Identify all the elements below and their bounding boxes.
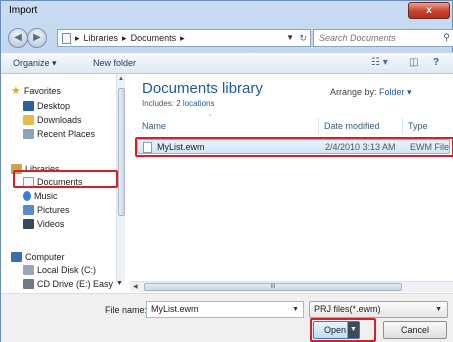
highlight-file-row xyxy=(135,137,453,157)
highlight-open-button xyxy=(310,318,376,342)
nav-label: Desktop xyxy=(37,100,71,111)
library-icon xyxy=(62,32,71,44)
column-header-name[interactable]: Name xyxy=(142,121,166,131)
nav-item-cd-drive[interactable]: CD Drive (E:) Easy ▼ xyxy=(23,277,123,290)
column-divider xyxy=(402,118,403,134)
back-arrow-icon[interactable]: ◀ xyxy=(8,28,28,48)
refresh-icon[interactable]: ↻ xyxy=(299,33,307,44)
address-box[interactable]: ▸ Libraries ▸ Documents ▸ ▼ ↻ xyxy=(57,29,311,47)
search-icon[interactable]: ⚲ xyxy=(443,32,450,43)
view-options-icon[interactable]: ☷ ▾ xyxy=(371,57,388,68)
horizontal-scrollbar[interactable]: ◀ III xyxy=(130,281,453,292)
nav-item-desktop[interactable]: Desktop xyxy=(23,99,70,112)
nav-label: Recent Places xyxy=(37,128,96,139)
scroll-up-icon[interactable]: ▲ xyxy=(118,76,124,82)
nav-item-pictures[interactable]: Pictures xyxy=(23,203,70,216)
command-bar: Organize ▾ New folder ☷ ▾ ◫ ? xyxy=(1,52,453,74)
organize-menu[interactable]: Organize ▾ xyxy=(13,58,57,69)
title-bar: Import x xyxy=(1,1,453,23)
search-input[interactable] xyxy=(314,30,429,46)
file-type-value: PRJ files(*.ewm) xyxy=(314,304,381,314)
arrange-by-dropdown[interactable]: Folder ▾ xyxy=(379,87,412,97)
file-list-pane: Documents library Includes: 2 locations … xyxy=(130,74,453,293)
nav-label: Music xyxy=(34,190,58,201)
nav-label: Videos xyxy=(37,218,65,229)
nav-item-favorites[interactable]: ★ Favorites xyxy=(11,84,61,97)
pictures-icon xyxy=(23,204,34,215)
scroll-left-icon[interactable]: ◀ xyxy=(133,283,138,290)
nav-item-music[interactable]: Music xyxy=(23,189,58,202)
column-header-type[interactable]: Type xyxy=(408,121,428,131)
nav-label: CD Drive (E:) Easy xyxy=(37,278,114,289)
navigation-pane: ★ Favorites Desktop Downloads Recent Pla… xyxy=(1,74,125,293)
column-header-date[interactable]: Date modified xyxy=(324,121,380,131)
import-dialog: Import x ◀ ▶ ▸ Libraries ▸ Documents ▸ ▼… xyxy=(0,0,453,342)
crumb-separator-1: ▸ xyxy=(122,32,127,43)
nav-label: Favorites xyxy=(23,85,61,96)
chevron-down-icon[interactable]: ▼ xyxy=(292,302,299,317)
crumb-separator-2: ▸ xyxy=(180,32,185,43)
library-includes: Includes: 2 locations xyxy=(142,99,215,108)
nav-item-videos[interactable]: Videos xyxy=(23,217,64,230)
nav-label: Pictures xyxy=(37,204,70,215)
nav-item-computer[interactable]: Computer xyxy=(11,250,65,263)
close-button[interactable]: x xyxy=(408,2,450,19)
highlight-documents-nav xyxy=(13,170,118,188)
new-folder-button[interactable]: New folder xyxy=(93,58,136,68)
browser-body: ★ Favorites Desktop Downloads Recent Pla… xyxy=(1,74,453,293)
includes-prefix: Includes: xyxy=(142,99,177,108)
includes-locations-link[interactable]: 2 locations xyxy=(176,99,214,108)
nav-item-downloads[interactable]: Downloads xyxy=(23,113,82,126)
address-bar-row: ◀ ▶ ▸ Libraries ▸ Documents ▸ ▼ ↻ ⚲ xyxy=(1,23,453,51)
arrange-by: Arrange by: Folder ▾ xyxy=(330,87,412,98)
nav-item-recent-places[interactable]: Recent Places xyxy=(23,127,95,140)
nav-label: Local Disk (C:) xyxy=(37,264,97,275)
computer-icon xyxy=(11,251,22,262)
file-name-label: File name: xyxy=(105,305,148,315)
sort-arrow-icon: ˆ xyxy=(209,115,212,122)
nav-item-local-disk[interactable]: Local Disk (C:) xyxy=(23,263,96,276)
scrollbar-thumb[interactable]: III xyxy=(144,283,402,291)
nav-label: Downloads xyxy=(37,114,82,125)
search-box[interactable]: ⚲ xyxy=(313,29,453,47)
breadcrumb-documents[interactable]: Documents xyxy=(131,33,177,43)
dialog-footer: File name: MyList.ewm ▼ PRJ files(*.ewm)… xyxy=(1,293,453,342)
library-title: Documents library xyxy=(142,80,263,97)
videos-icon xyxy=(23,218,34,229)
crumb-separator-0: ▸ xyxy=(75,32,80,43)
scroll-grip: III xyxy=(270,284,276,290)
star-icon: ★ xyxy=(11,85,21,97)
window-title: Import xyxy=(9,5,38,16)
recent-places-icon xyxy=(23,128,34,139)
arrange-label: Arrange by: xyxy=(330,87,377,97)
preview-pane-icon[interactable]: ◫ xyxy=(409,57,418,68)
cd-drive-icon xyxy=(23,278,34,289)
column-divider xyxy=(318,118,319,134)
chevron-down-icon[interactable]: ▼ xyxy=(435,302,442,317)
disk-icon xyxy=(23,264,34,275)
desktop-icon xyxy=(23,100,34,111)
downloads-folder-icon xyxy=(23,114,34,125)
cancel-button[interactable]: Cancel xyxy=(383,321,447,339)
file-type-select[interactable]: PRJ files(*.ewm) ▼ xyxy=(309,301,448,318)
chevron-down-icon[interactable]: ▼ xyxy=(116,280,123,287)
forward-arrow-icon[interactable]: ▶ xyxy=(27,28,47,48)
file-name-value: MyList.ewm xyxy=(151,304,199,314)
file-name-input[interactable]: MyList.ewm ▼ xyxy=(146,301,304,318)
music-icon xyxy=(23,190,31,201)
breadcrumb-libraries[interactable]: Libraries xyxy=(84,33,119,43)
scrollbar-thumb[interactable] xyxy=(118,88,125,216)
help-icon[interactable]: ? xyxy=(433,57,439,68)
nav-label: Computer xyxy=(25,251,65,262)
address-dropdown-icon[interactable]: ▼ xyxy=(286,33,294,42)
